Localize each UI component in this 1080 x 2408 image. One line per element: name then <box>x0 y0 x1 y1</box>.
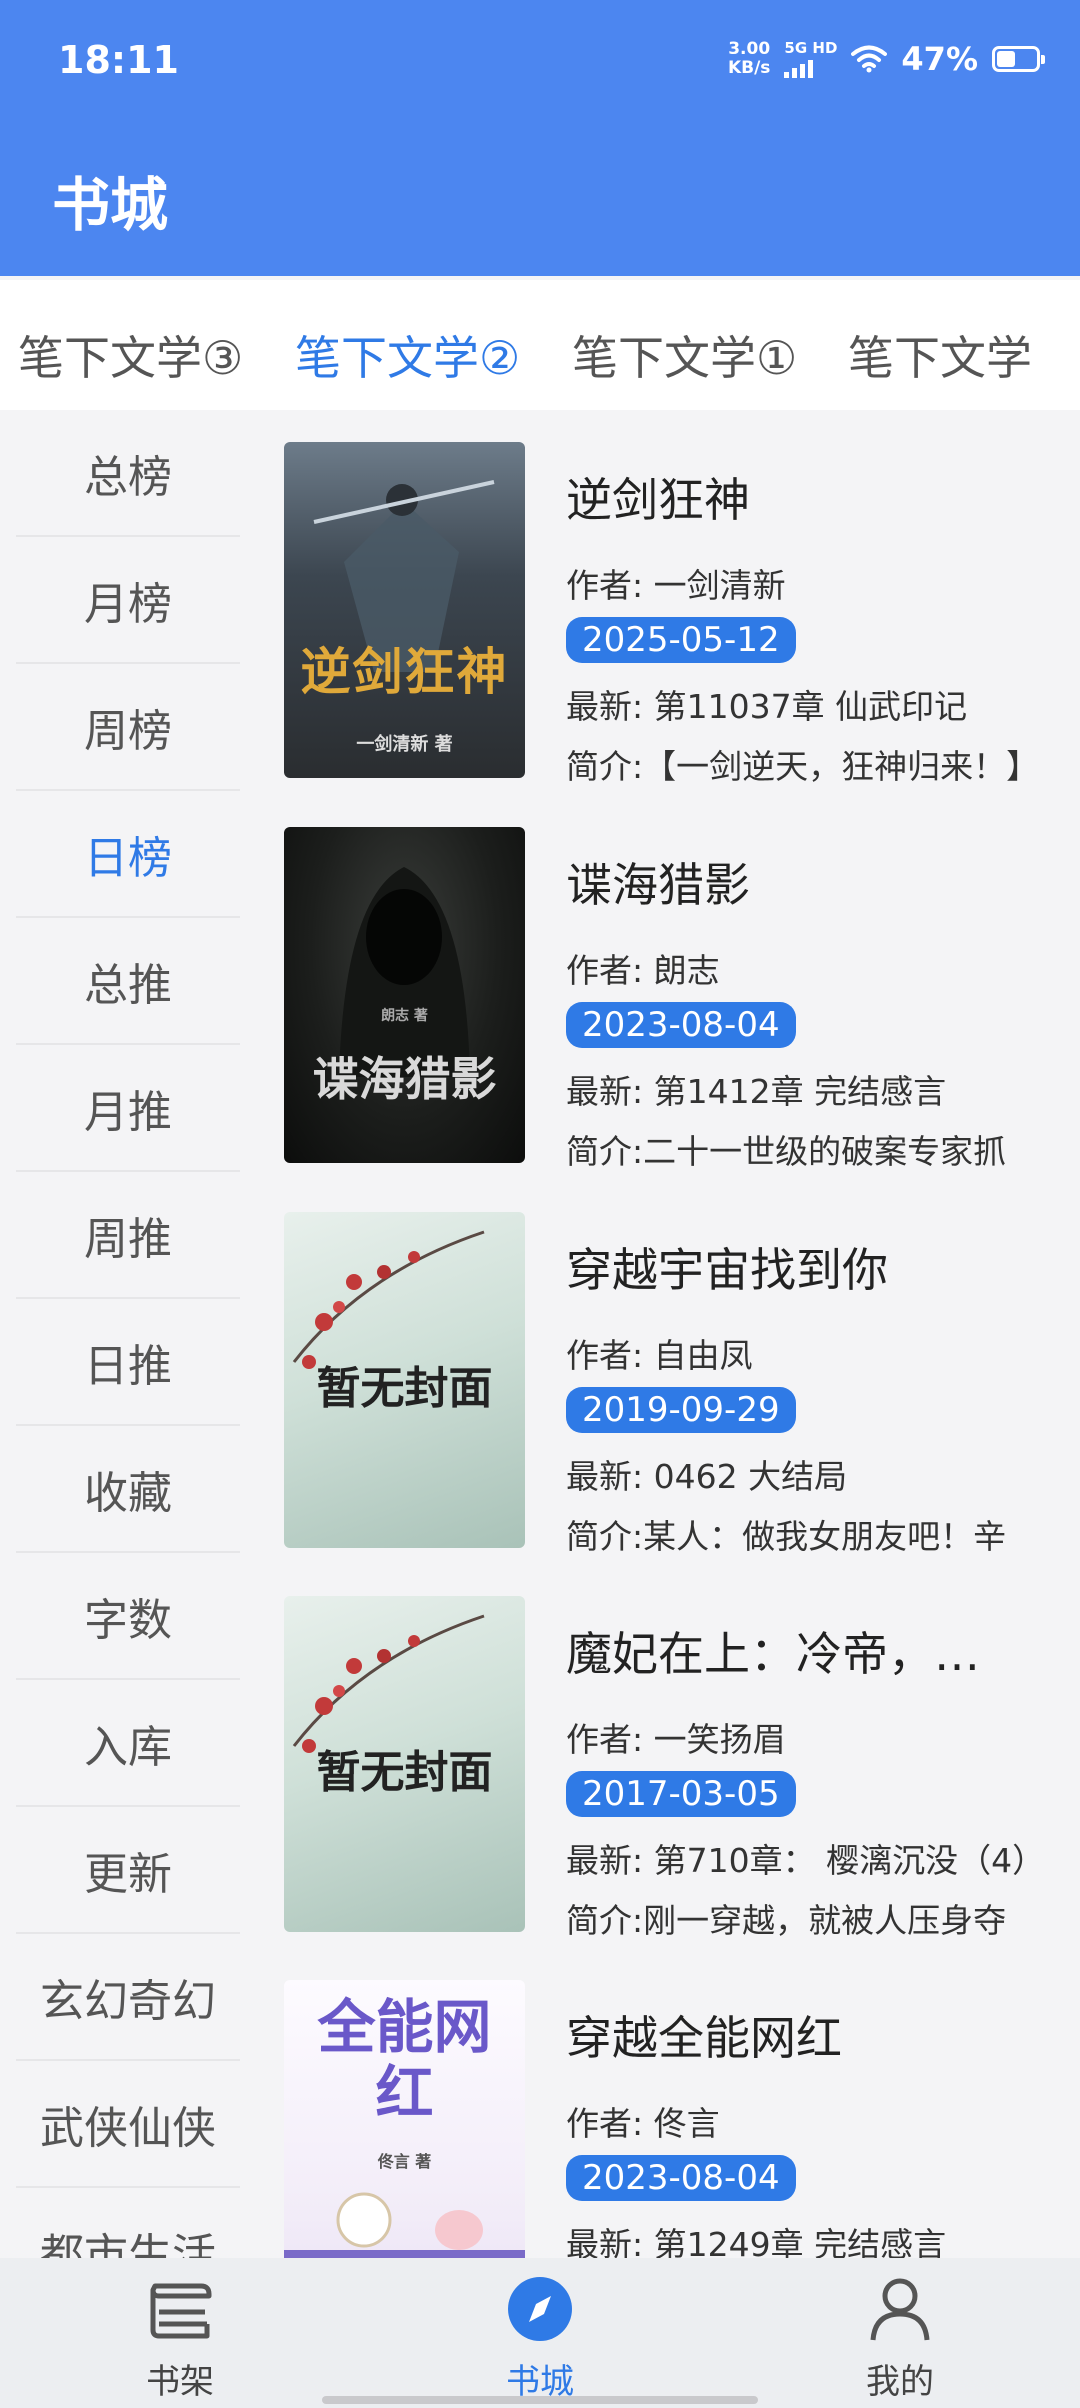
book-cover: 暂无封面 <box>284 1596 525 1932</box>
book-title: 逆剑狂神 <box>566 473 750 527</box>
update-date-badge: 2019-09-29 <box>566 1387 796 1433</box>
book-author: 作者: 朗志 <box>566 951 720 990</box>
wifi-icon <box>851 45 888 73</box>
sidebar-item-favorites[interactable]: 收藏 <box>16 1426 240 1553</box>
update-date-badge: 2023-08-04 <box>566 2155 796 2201</box>
sidebar-item-updates[interactable]: 更新 <box>16 1807 240 1934</box>
sidebar-item-total-recommend[interactable]: 总推 <box>16 918 240 1045</box>
page-title: 书城 <box>52 171 169 239</box>
sidebar-item-day-recommend[interactable]: 日推 <box>16 1299 240 1426</box>
list-item[interactable]: 谍海猎影 朗志 著 谍海猎影 作者: 朗志 2023-08-04 最新: 第14… <box>284 827 1080 1171</box>
sidebar-item-fantasy[interactable]: 玄幻奇幻 <box>16 1934 240 2061</box>
nav-profile[interactable]: 我的 <box>800 2276 1000 2403</box>
status-time: 18:11 <box>58 38 179 82</box>
book-cover: 谍海猎影 朗志 著 <box>284 827 525 1163</box>
tab-source-1[interactable]: 笔下文学① <box>572 322 797 388</box>
book-title: 谍海猎影 <box>566 858 750 912</box>
book-intro: 简介:【一剑逆天，狂神归来！】 <box>566 747 1040 786</box>
book-author: 作者: 自由凤 <box>566 1336 753 1375</box>
book-title: 穿越全能网红 <box>566 2011 842 2065</box>
person-icon <box>870 2278 930 2341</box>
book-intro: 简介:某人：做我女朋友吧！辛 <box>566 1517 1007 1556</box>
status-icons: 3.00 KB/s 5G HD 47% <box>727 39 1045 78</box>
latest-chapter: 最新: 第1412章 完结感言 <box>566 1072 947 1111</box>
list-item[interactable]: 暂无封面 魔妃在上：冷帝，… 作者: 一笑扬眉 2017-03-05 最新: 第… <box>284 1596 1080 1940</box>
source-tabs: 笔下文学③ 笔下文学② 笔下文学① 笔下文学 <box>0 280 1080 410</box>
sidebar-item-week-recommend[interactable]: 周推 <box>16 1172 240 1299</box>
compass-icon <box>508 2277 572 2341</box>
tab-source-0[interactable]: 笔下文学 <box>848 322 1032 388</box>
book-title: 穿越宇宙找到你 <box>566 1243 888 1297</box>
latest-chapter: 最新: 第11037章 仙武印记 <box>566 687 968 726</box>
book-intro: 简介:刚一穿越，就被人压身夺 <box>566 1901 1007 1940</box>
list-item[interactable]: 全能网红 佟言 著 穿越全能网红 作者: 佟言 2023-08-04 最新: 第… <box>284 1980 1080 2260</box>
nav-bookshelf[interactable]: 书架 <box>80 2276 280 2403</box>
tab-source-2[interactable]: 笔下文学② <box>295 322 520 388</box>
latest-chapter: 最新: 0462 大结局 <box>566 1457 848 1496</box>
category-sidebar: 总榜 月榜 周榜 日榜 总推 月推 周推 日推 收藏 字数 入库 更新 玄幻奇幻… <box>16 410 240 2260</box>
network-speed: 3.00 KB/s <box>727 39 771 78</box>
sidebar-item-week-rank[interactable]: 周榜 <box>16 664 240 791</box>
list-item[interactable]: 暂无封面 穿越宇宙找到你 作者: 自由凤 2019-09-29 最新: 0462… <box>284 1212 1080 1556</box>
app-header: 18:11 3.00 KB/s 5G HD 47% 书城 <box>0 0 1080 276</box>
sidebar-item-word-count[interactable]: 字数 <box>16 1553 240 1680</box>
home-indicator[interactable] <box>322 2396 758 2404</box>
book-list: 逆剑狂神 一剑清新 著 逆剑狂神 作者: 一剑清新 2025-05-12 最新:… <box>284 430 1080 2260</box>
update-date-badge: 2023-08-04 <box>566 1002 796 1048</box>
update-date-badge: 2025-05-12 <box>566 617 796 663</box>
book-author: 作者: 佟言 <box>566 2104 720 2143</box>
sidebar-item-month-recommend[interactable]: 月推 <box>16 1045 240 1172</box>
nav-bookstore[interactable]: 书城 <box>440 2276 640 2403</box>
book-title: 魔妃在上：冷帝，… <box>566 1627 980 1681</box>
latest-chapter: 最新: 第1249章 完结感言 <box>566 2225 947 2260</box>
battery-icon <box>992 46 1045 72</box>
book-author: 作者: 一笑扬眉 <box>566 1720 786 1759</box>
tab-source-3[interactable]: 笔下文学③ <box>18 322 243 388</box>
signal-icon: 5G HD <box>784 40 837 78</box>
sidebar-item-urban[interactable]: 都市生活 <box>16 2188 240 2261</box>
bookshelf-icon <box>150 2283 212 2339</box>
book-cover: 暂无封面 <box>284 1212 525 1548</box>
book-cover: 逆剑狂神 一剑清新 著 <box>284 442 525 778</box>
latest-chapter: 最新: 第710章： 樱漓沉没（4） <box>566 1841 1046 1880</box>
list-item[interactable]: 逆剑狂神 一剑清新 著 逆剑狂神 作者: 一剑清新 2025-05-12 最新:… <box>284 442 1080 786</box>
battery-percent: 47% <box>901 40 978 78</box>
book-cover: 全能网红 佟言 著 <box>284 1980 525 2260</box>
book-author: 作者: 一剑清新 <box>566 566 786 605</box>
book-intro: 简介:二十一世级的破案专家抓 <box>566 1132 1007 1171</box>
sidebar-item-month-rank[interactable]: 月榜 <box>16 537 240 664</box>
sidebar-item-total-rank[interactable]: 总榜 <box>16 410 240 537</box>
sidebar-item-new-entries[interactable]: 入库 <box>16 1680 240 1807</box>
update-date-badge: 2017-03-05 <box>566 1771 796 1817</box>
sidebar-item-day-rank[interactable]: 日榜 <box>16 791 240 918</box>
bottom-navigation: 书架 书城 我的 <box>0 2258 1080 2408</box>
sidebar-item-wuxia[interactable]: 武侠仙侠 <box>16 2061 240 2188</box>
